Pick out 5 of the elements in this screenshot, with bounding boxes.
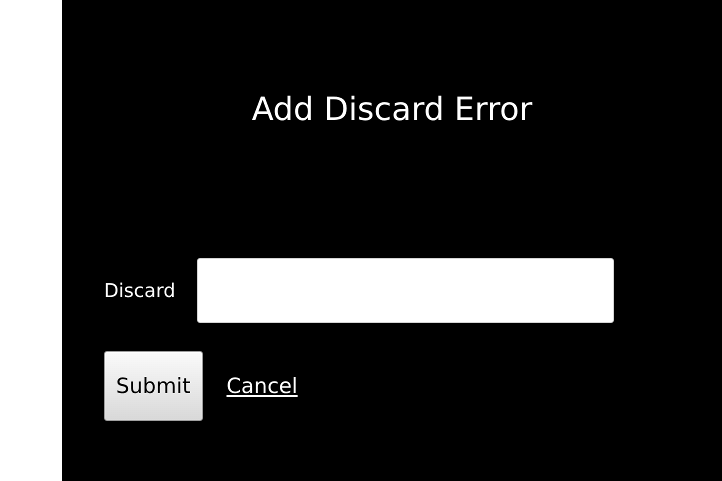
- dialog-title: Add Discard Error: [250, 90, 534, 128]
- field-label: Discard: [104, 280, 176, 302]
- submit-button[interactable]: Submit: [104, 351, 202, 421]
- input-field[interactable]: [197, 258, 614, 323]
- cancel-link[interactable]: Cancel: [226, 374, 298, 398]
